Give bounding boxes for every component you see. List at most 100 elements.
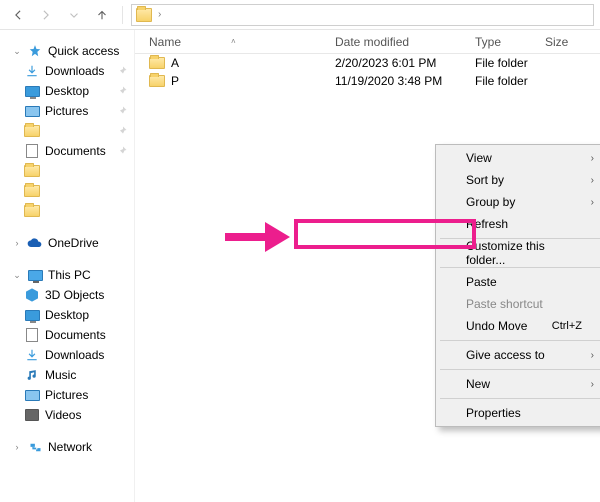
sidebar-downloads[interactable]: Downloads: [22, 62, 134, 80]
folder-icon: [136, 8, 152, 22]
separator: [440, 369, 600, 370]
file-name: P: [171, 74, 179, 88]
download-icon: [24, 64, 40, 78]
separator: [440, 340, 600, 341]
ctx-paste-shortcut[interactable]: Paste shortcut: [438, 293, 600, 315]
sidebar-documents[interactable]: Documents: [22, 142, 134, 160]
recent-dropdown[interactable]: [62, 3, 86, 27]
sidebar-music[interactable]: Music: [22, 366, 134, 384]
chevron-right-icon: ›: [12, 442, 22, 452]
sidebar-onedrive[interactable]: › OneDrive: [10, 234, 134, 252]
label: Desktop: [45, 308, 89, 322]
ctx-customize[interactable]: Customize this folder...: [438, 242, 600, 264]
label: Desktop: [45, 84, 89, 98]
col-date[interactable]: Date modified: [335, 35, 475, 49]
folder-icon: [24, 125, 40, 137]
pc-icon: [28, 270, 43, 281]
file-row[interactable]: P 11/19/2020 3:48 PM File folder: [135, 72, 600, 90]
label: Pictures: [45, 104, 88, 118]
ctx-new[interactable]: New›: [438, 373, 600, 395]
pictures-icon: [25, 390, 40, 401]
sidebar-documents-2[interactable]: Documents: [22, 326, 134, 344]
sidebar-videos[interactable]: Videos: [22, 406, 134, 424]
label: OneDrive: [48, 236, 99, 250]
file-row[interactable]: A 2/20/2023 6:01 PM File folder: [135, 54, 600, 72]
chevron-right-icon: ›: [12, 238, 22, 248]
sidebar-pictures-2[interactable]: Pictures: [22, 386, 134, 404]
folder-icon: [24, 185, 40, 197]
sidebar-this-pc[interactable]: ⌄ This PC: [10, 266, 134, 284]
col-size[interactable]: Size: [545, 35, 600, 49]
up-button[interactable]: [90, 3, 114, 27]
ctx-sort-by[interactable]: Sort by›: [438, 169, 600, 191]
sidebar-network[interactable]: › Network: [10, 438, 134, 456]
desktop-icon: [25, 310, 40, 321]
folder-icon: [149, 75, 165, 87]
nav-pane: ⌄ Quick access Downloads Desktop Pictur: [0, 30, 135, 502]
file-list: Name˄ Date modified Type Size A 2/20/202…: [135, 30, 600, 502]
sidebar-folder-3[interactable]: [22, 182, 134, 200]
folder-icon: [24, 165, 40, 177]
context-menu: View› Sort by› Group by› Refresh Customi…: [435, 144, 600, 427]
star-icon: [27, 44, 43, 58]
ctx-group-by[interactable]: Group by›: [438, 191, 600, 213]
label: Downloads: [45, 348, 104, 362]
file-date: 11/19/2020 3:48 PM: [335, 74, 475, 88]
label: Music: [45, 368, 76, 382]
col-name[interactable]: Name˄: [135, 35, 335, 49]
ctx-undo-move[interactable]: Undo MoveCtrl+Z: [438, 315, 600, 337]
ctx-paste[interactable]: Paste: [438, 271, 600, 293]
sidebar-desktop[interactable]: Desktop: [22, 82, 134, 100]
download-icon: [24, 348, 40, 362]
chevron-right-icon: ›: [591, 350, 594, 361]
pin-icon: [116, 125, 128, 137]
chevron-right-icon: ›: [591, 153, 594, 164]
shortcut: Ctrl+Z: [552, 320, 582, 332]
explorer-window: { "nav": { "back":"←","forward":"→","up"…: [0, 0, 600, 502]
desktop-icon: [25, 86, 40, 97]
label: Network: [48, 440, 92, 454]
chevron-down-icon: ⌄: [12, 46, 22, 57]
sort-asc-icon: ˄: [231, 37, 236, 46]
label: Pictures: [45, 388, 88, 402]
chevron-right-icon: ›: [591, 197, 594, 208]
file-name: A: [171, 56, 179, 70]
sidebar-pictures[interactable]: Pictures: [22, 102, 134, 120]
file-type: File folder: [475, 74, 575, 88]
col-type[interactable]: Type: [475, 35, 545, 49]
address-bar[interactable]: ›: [131, 4, 594, 26]
label: Downloads: [45, 64, 104, 78]
ctx-give-access[interactable]: Give access to›: [438, 344, 600, 366]
sidebar-folder-2[interactable]: [22, 162, 134, 180]
separator: [440, 398, 600, 399]
forward-button[interactable]: [34, 3, 58, 27]
ctx-refresh[interactable]: Refresh: [438, 213, 600, 235]
documents-icon: [26, 144, 38, 158]
folder-icon: [24, 205, 40, 217]
ctx-properties[interactable]: Properties: [438, 402, 600, 424]
sidebar-folder-4[interactable]: [22, 202, 134, 220]
music-icon: [24, 368, 40, 382]
network-icon: [27, 440, 43, 454]
label: 3D Objects: [45, 288, 104, 302]
pin-icon: [116, 85, 128, 97]
label: Documents: [45, 328, 106, 342]
chevron-right-icon: ›: [158, 9, 161, 20]
sidebar-folder-1[interactable]: [22, 122, 134, 140]
file-date: 2/20/2023 6:01 PM: [335, 56, 475, 70]
sidebar-downloads-2[interactable]: Downloads: [22, 346, 134, 364]
separator: [122, 6, 123, 24]
sidebar-desktop-2[interactable]: Desktop: [22, 306, 134, 324]
cloud-icon: [27, 236, 43, 250]
pin-icon: [116, 145, 128, 157]
pin-icon: [116, 105, 128, 117]
3d-objects-icon: [24, 288, 40, 302]
videos-icon: [25, 409, 39, 421]
ctx-view[interactable]: View›: [438, 147, 600, 169]
sidebar-3d-objects[interactable]: 3D Objects: [22, 286, 134, 304]
annotation-arrow-icon: [225, 222, 290, 255]
column-headers: Name˄ Date modified Type Size: [135, 30, 600, 54]
back-button[interactable]: [6, 3, 30, 27]
sidebar-quick-access[interactable]: ⌄ Quick access: [10, 42, 134, 60]
body: ⌄ Quick access Downloads Desktop Pictur: [0, 30, 600, 502]
